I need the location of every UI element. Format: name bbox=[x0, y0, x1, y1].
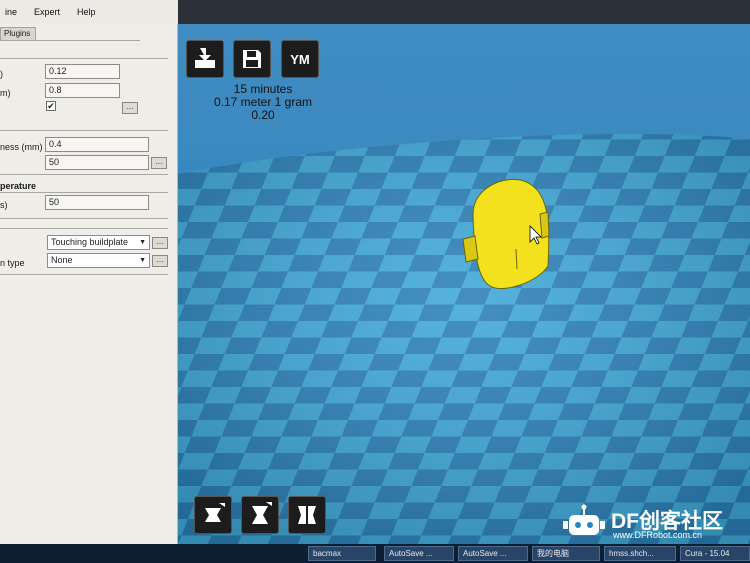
save-sd-icon bbox=[243, 50, 261, 68]
watermark-url: www.DFRobot.com.cn bbox=[613, 530, 703, 540]
print-speed-field[interactable]: 50 bbox=[45, 195, 149, 210]
chevron-down-icon: ▼ bbox=[139, 257, 146, 264]
taskbar-item[interactable]: Cura - 15.04 bbox=[680, 546, 750, 561]
divider bbox=[0, 40, 140, 41]
bottom-thickness-label: ness (mm) bbox=[0, 142, 43, 152]
mirror-button[interactable] bbox=[288, 496, 326, 534]
save-to-sd-button[interactable] bbox=[233, 40, 271, 78]
rotate-icon bbox=[205, 503, 225, 522]
dfrobot-logo-icon bbox=[563, 504, 605, 535]
taskbar-item[interactable]: AutoSave ... bbox=[458, 546, 528, 561]
scale-icon bbox=[252, 502, 272, 524]
taskbar: bacmax AutoSave ... AutoSave ... 我的电脑 hm… bbox=[0, 544, 750, 563]
taskbar-item[interactable]: bacmax bbox=[308, 546, 376, 561]
taskbar-item[interactable]: AutoSave ... bbox=[384, 546, 454, 561]
fill-density-field[interactable]: 50 bbox=[45, 155, 149, 170]
shell-thickness-field[interactable]: 0.8 bbox=[45, 83, 120, 98]
divider bbox=[0, 174, 168, 175]
tab-plugins[interactable]: Plugins bbox=[0, 27, 36, 41]
adhesion-settings-button[interactable]: ... bbox=[152, 255, 168, 267]
watermark: DF创客社区 www.DFRobot.com.cn bbox=[561, 503, 750, 543]
window-frame bbox=[178, 0, 750, 24]
temperature-section-title: perature bbox=[0, 181, 37, 191]
menu-expert[interactable]: Expert bbox=[34, 7, 60, 17]
bottom-thickness-field[interactable]: 0.4 bbox=[45, 137, 149, 152]
material-usage: 0.17 meter 1 gram bbox=[213, 95, 313, 109]
taskbar-item[interactable]: hmss.shch... bbox=[604, 546, 676, 561]
speed-label: s) bbox=[0, 200, 8, 210]
divider bbox=[0, 130, 168, 131]
adhesion-type-value: None bbox=[51, 255, 73, 265]
support-type-select[interactable]: Touching buildplate ▼ bbox=[47, 235, 150, 250]
rotate-button[interactable] bbox=[194, 496, 232, 534]
3d-viewport[interactable]: YM 15 minutes 0.17 meter 1 gram 0.20 bbox=[178, 24, 750, 544]
menu-bar: ine Expert Help bbox=[0, 0, 750, 24]
adhesion-type-label: n type bbox=[0, 258, 25, 268]
layer-height-label: ) bbox=[0, 69, 3, 79]
fill-settings-button[interactable]: ... bbox=[151, 157, 167, 169]
load-model-icon bbox=[195, 48, 215, 68]
load-model-button[interactable] bbox=[186, 40, 224, 78]
chevron-down-icon: ▼ bbox=[139, 239, 146, 246]
print-cost: 0.20 bbox=[251, 108, 275, 122]
divider bbox=[0, 228, 168, 229]
mirror-icon bbox=[298, 506, 316, 524]
divider bbox=[0, 274, 168, 275]
support-type-value: Touching buildplate bbox=[51, 237, 129, 247]
divider bbox=[0, 218, 168, 219]
divider bbox=[0, 192, 168, 193]
menu-help[interactable]: Help bbox=[77, 7, 96, 17]
divider bbox=[0, 58, 168, 59]
scale-button[interactable] bbox=[241, 496, 279, 534]
ym-button[interactable]: YM bbox=[281, 40, 319, 78]
print-time: 15 minutes bbox=[233, 82, 293, 96]
retraction-settings-button[interactable]: ... bbox=[122, 102, 138, 114]
adhesion-type-select[interactable]: None ▼ bbox=[47, 253, 150, 268]
retraction-checkbox[interactable]: ✔ bbox=[46, 101, 56, 111]
settings-panel: Plugins ) 0.12 m) 0.8 ✔ ... ness (mm) 0.… bbox=[0, 24, 178, 544]
menu-machine[interactable]: ine bbox=[5, 7, 17, 17]
shell-thickness-label: m) bbox=[0, 88, 11, 98]
layer-height-field[interactable]: 0.12 bbox=[45, 64, 120, 79]
taskbar-item[interactable]: 我的电脑 bbox=[532, 546, 600, 561]
support-settings-button[interactable]: ... bbox=[152, 237, 168, 249]
